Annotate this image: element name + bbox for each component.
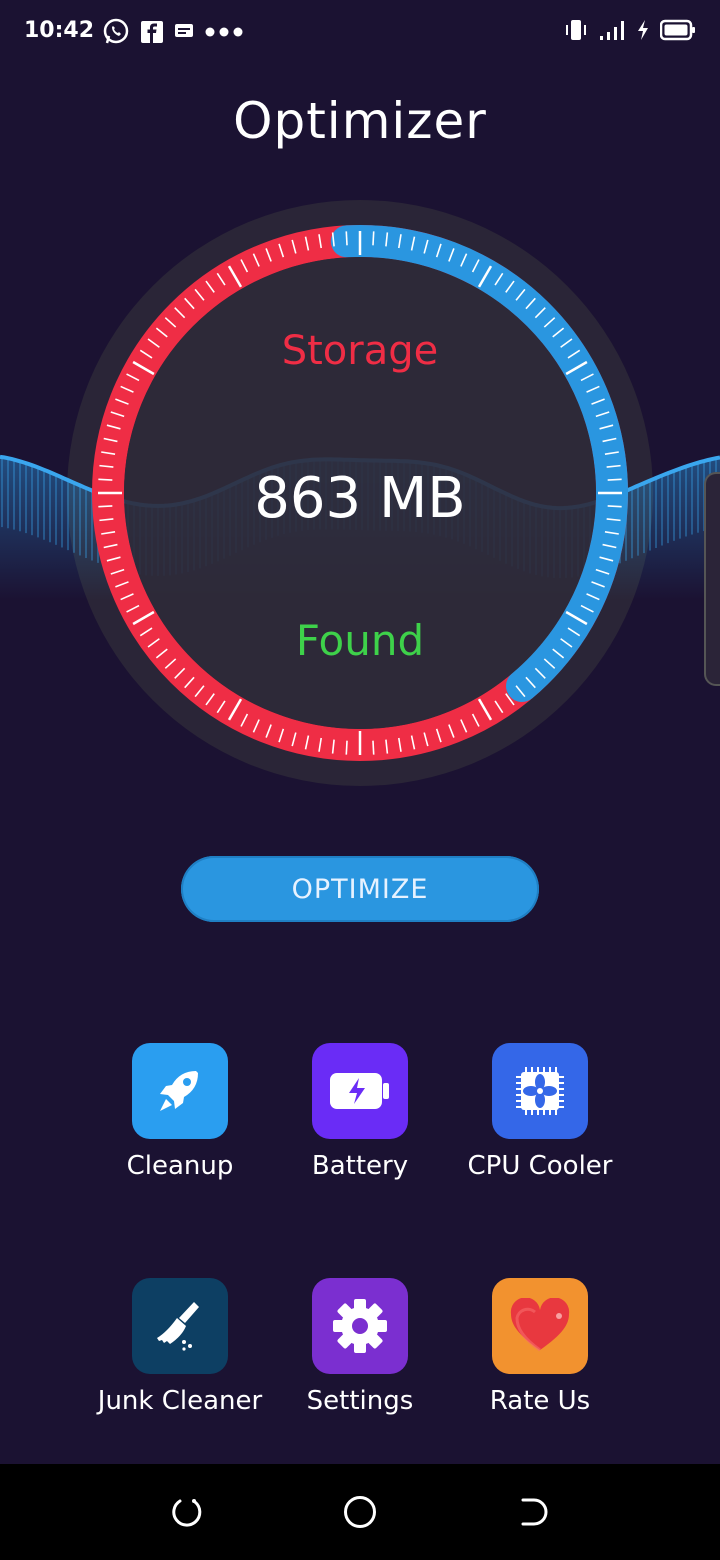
gauge-tick [372, 231, 375, 246]
storage-label: Storage [281, 328, 439, 374]
feature-label: Cleanup [126, 1151, 234, 1181]
gauge-tick [345, 231, 348, 246]
home-icon[interactable] [342, 1494, 378, 1530]
feature-cpu-cooler[interactable]: CPU Cooler [450, 1043, 630, 1181]
back-icon[interactable] [516, 1494, 552, 1530]
facebook-icon [141, 21, 163, 43]
recent-apps-icon[interactable] [168, 1494, 204, 1530]
more-dots-icon [205, 27, 243, 37]
status-bar: 10:42 [0, 0, 720, 64]
side-panel-handle[interactable] [704, 472, 720, 686]
broom-icon [132, 1278, 228, 1374]
app-title: Optimizer [233, 92, 487, 150]
heart-icon [492, 1278, 588, 1374]
whatsapp-icon [103, 18, 129, 44]
notification-icons [102, 18, 244, 46]
optimize-button[interactable]: OPTIMIZE [181, 856, 539, 922]
feature-junk-cleaner[interactable]: Junk Cleaner [90, 1278, 270, 1416]
feature-label: Rate Us [489, 1386, 591, 1416]
feature-label: Settings [306, 1386, 414, 1416]
message-icon [175, 24, 193, 37]
battery-charge-icon [312, 1043, 408, 1139]
navigation-bar [0, 1464, 720, 1560]
storage-value: 863 MB [254, 466, 466, 531]
feature-label: Junk Cleaner [97, 1386, 263, 1416]
feature-cleanup[interactable]: Cleanup [90, 1043, 270, 1181]
feature-battery[interactable]: Battery [270, 1043, 450, 1181]
feature-label: CPU Cooler [467, 1151, 613, 1181]
signal-icon [600, 21, 624, 40]
rocket-icon [132, 1043, 228, 1139]
charging-icon [638, 20, 648, 40]
feature-rate-us[interactable]: Rate Us [450, 1278, 630, 1416]
feature-label: Battery [311, 1151, 409, 1181]
found-label: Found [295, 616, 425, 665]
gear-icon [312, 1278, 408, 1374]
system-icons [564, 18, 696, 42]
cpu-fan-icon [492, 1043, 588, 1139]
gauge-tick [345, 740, 348, 755]
feature-settings[interactable]: Settings [270, 1278, 450, 1416]
gauge-tick [372, 740, 375, 755]
vibrate-icon [566, 20, 586, 40]
battery-icon [660, 19, 695, 41]
status-time: 10:42 [24, 18, 95, 43]
